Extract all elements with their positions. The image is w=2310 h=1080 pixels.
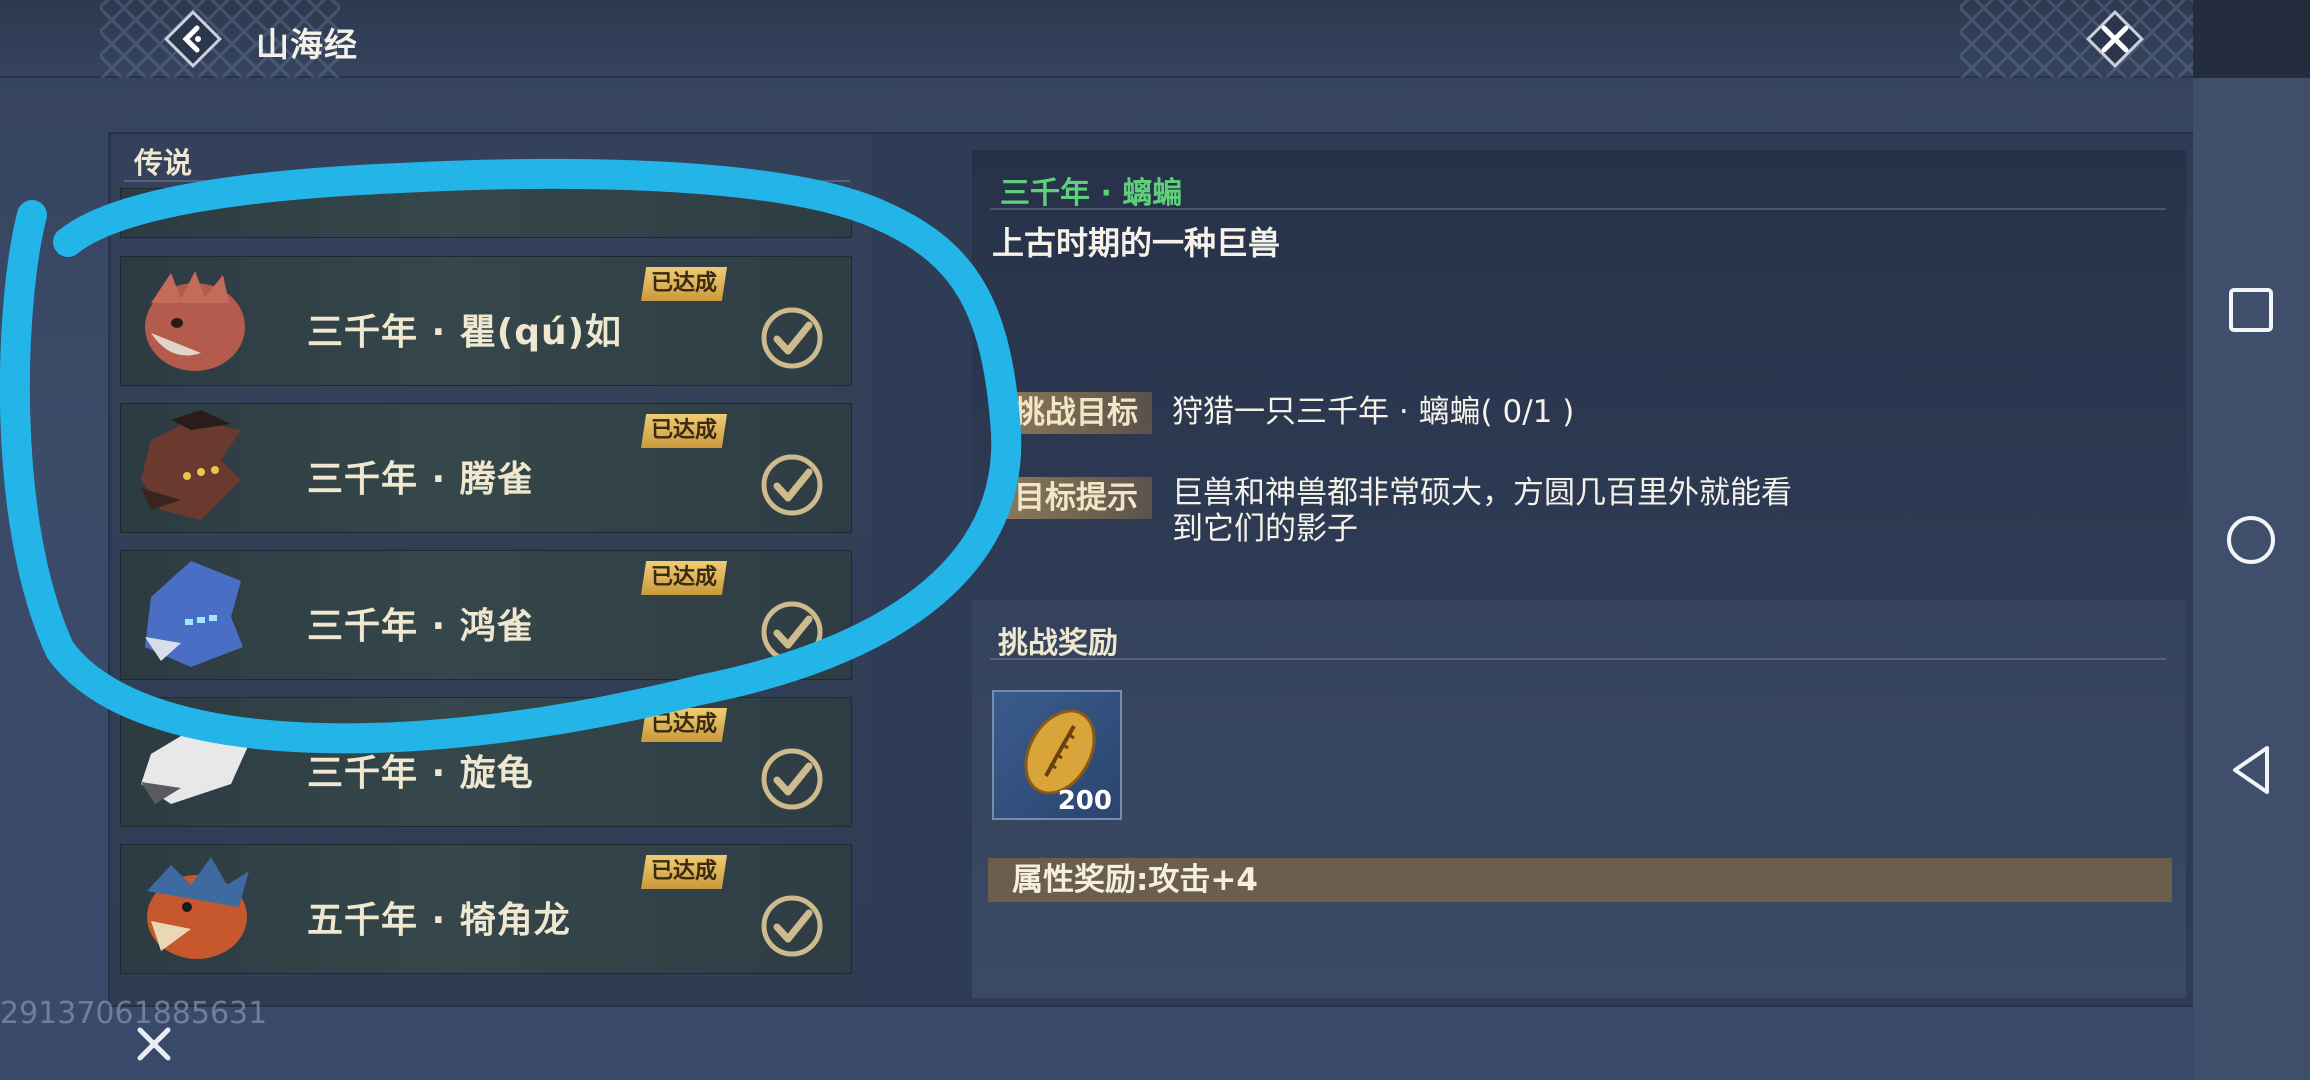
list-item[interactable]: 三千年 · 瞿(qú)如 已达成 xyxy=(120,256,852,386)
reward-item[interactable]: 200 xyxy=(992,690,1122,820)
back-icon[interactable] xyxy=(2223,742,2279,798)
divider xyxy=(990,658,2166,660)
attribute-reward: 属性奖励:攻击+4 xyxy=(988,858,2172,902)
goal-text: 狩猎一只三千年 · 螭蝙( 0/1 ) xyxy=(1172,394,1575,430)
beast-portrait xyxy=(131,410,259,528)
beast-portrait xyxy=(131,557,259,675)
check-icon xyxy=(759,305,825,371)
system-nav-bar xyxy=(2193,0,2310,1080)
page-title: 山海经 xyxy=(256,25,358,64)
list-item[interactable]: 三千年 · 旋龟 已达成 xyxy=(120,697,852,827)
beast-portrait xyxy=(131,263,259,381)
list-item-partial[interactable] xyxy=(120,188,852,238)
check-icon xyxy=(759,452,825,518)
category-label: 传说 xyxy=(134,146,193,180)
list-item[interactable]: 五千年 · 犄角龙 已达成 xyxy=(120,844,852,974)
entry-name: 三千年 · 腾雀 xyxy=(307,459,534,500)
check-icon xyxy=(759,599,825,665)
hint-text-line-2: 到它们的影子 xyxy=(1172,511,1358,547)
detail-panel: 三千年 · 螭蝙 上古时期的一种巨兽 xyxy=(972,150,2186,592)
beast-portrait xyxy=(131,851,259,969)
game-screen: 山海经 传说 三千年 · 瞿(qú)如 已达成 三千年 · 腾雀 已达成 三千年… xyxy=(0,0,2193,1080)
back-arrow-icon[interactable] xyxy=(162,8,224,70)
close-icon[interactable] xyxy=(2082,6,2148,72)
beast-portrait xyxy=(131,704,259,822)
status-badge: 已达成 xyxy=(641,414,728,448)
entry-name: 三千年 · 旋龟 xyxy=(307,753,534,794)
entry-name: 五千年 · 犄角龙 xyxy=(307,900,571,941)
list-item[interactable]: 三千年 · 鸿雀 已达成 xyxy=(120,550,852,680)
status-badge: 已达成 xyxy=(641,561,728,595)
recent-apps-icon[interactable] xyxy=(2223,282,2279,338)
divider xyxy=(990,208,2166,210)
reward-panel: 挑战奖励 200 属性奖励:攻击+4 xyxy=(972,600,2186,998)
goal-label: 挑战目标 xyxy=(1000,392,1152,434)
reward-quantity: 200 xyxy=(1057,786,1112,816)
status-badge: 已达成 xyxy=(641,267,728,301)
detail-subtitle: 三千年 · 螭蝙 xyxy=(1000,176,1183,211)
entry-name: 三千年 · 鸿雀 xyxy=(307,606,534,647)
reward-header: 挑战奖励 xyxy=(998,626,1118,661)
hint-label: 目标提示 xyxy=(1000,477,1152,519)
check-icon xyxy=(759,893,825,959)
detail-description: 上古时期的一种巨兽 xyxy=(992,224,1281,262)
status-badge: 已达成 xyxy=(641,708,728,742)
status-badge: 已达成 xyxy=(641,855,728,889)
top-bar: 山海经 xyxy=(0,0,2193,78)
status-strip xyxy=(2193,0,2310,78)
decor-pattern xyxy=(1960,0,2193,78)
hint-text-line-1: 巨兽和神兽都非常硕大，方圆几百里外就能看 xyxy=(1172,475,1792,511)
list-item[interactable]: 三千年 · 腾雀 已达成 xyxy=(120,403,852,533)
small-close-icon[interactable] xyxy=(132,1024,176,1064)
home-icon[interactable] xyxy=(2223,512,2279,568)
divider xyxy=(124,180,850,182)
entry-name: 三千年 · 瞿(qú)如 xyxy=(307,312,623,353)
check-icon xyxy=(759,746,825,812)
